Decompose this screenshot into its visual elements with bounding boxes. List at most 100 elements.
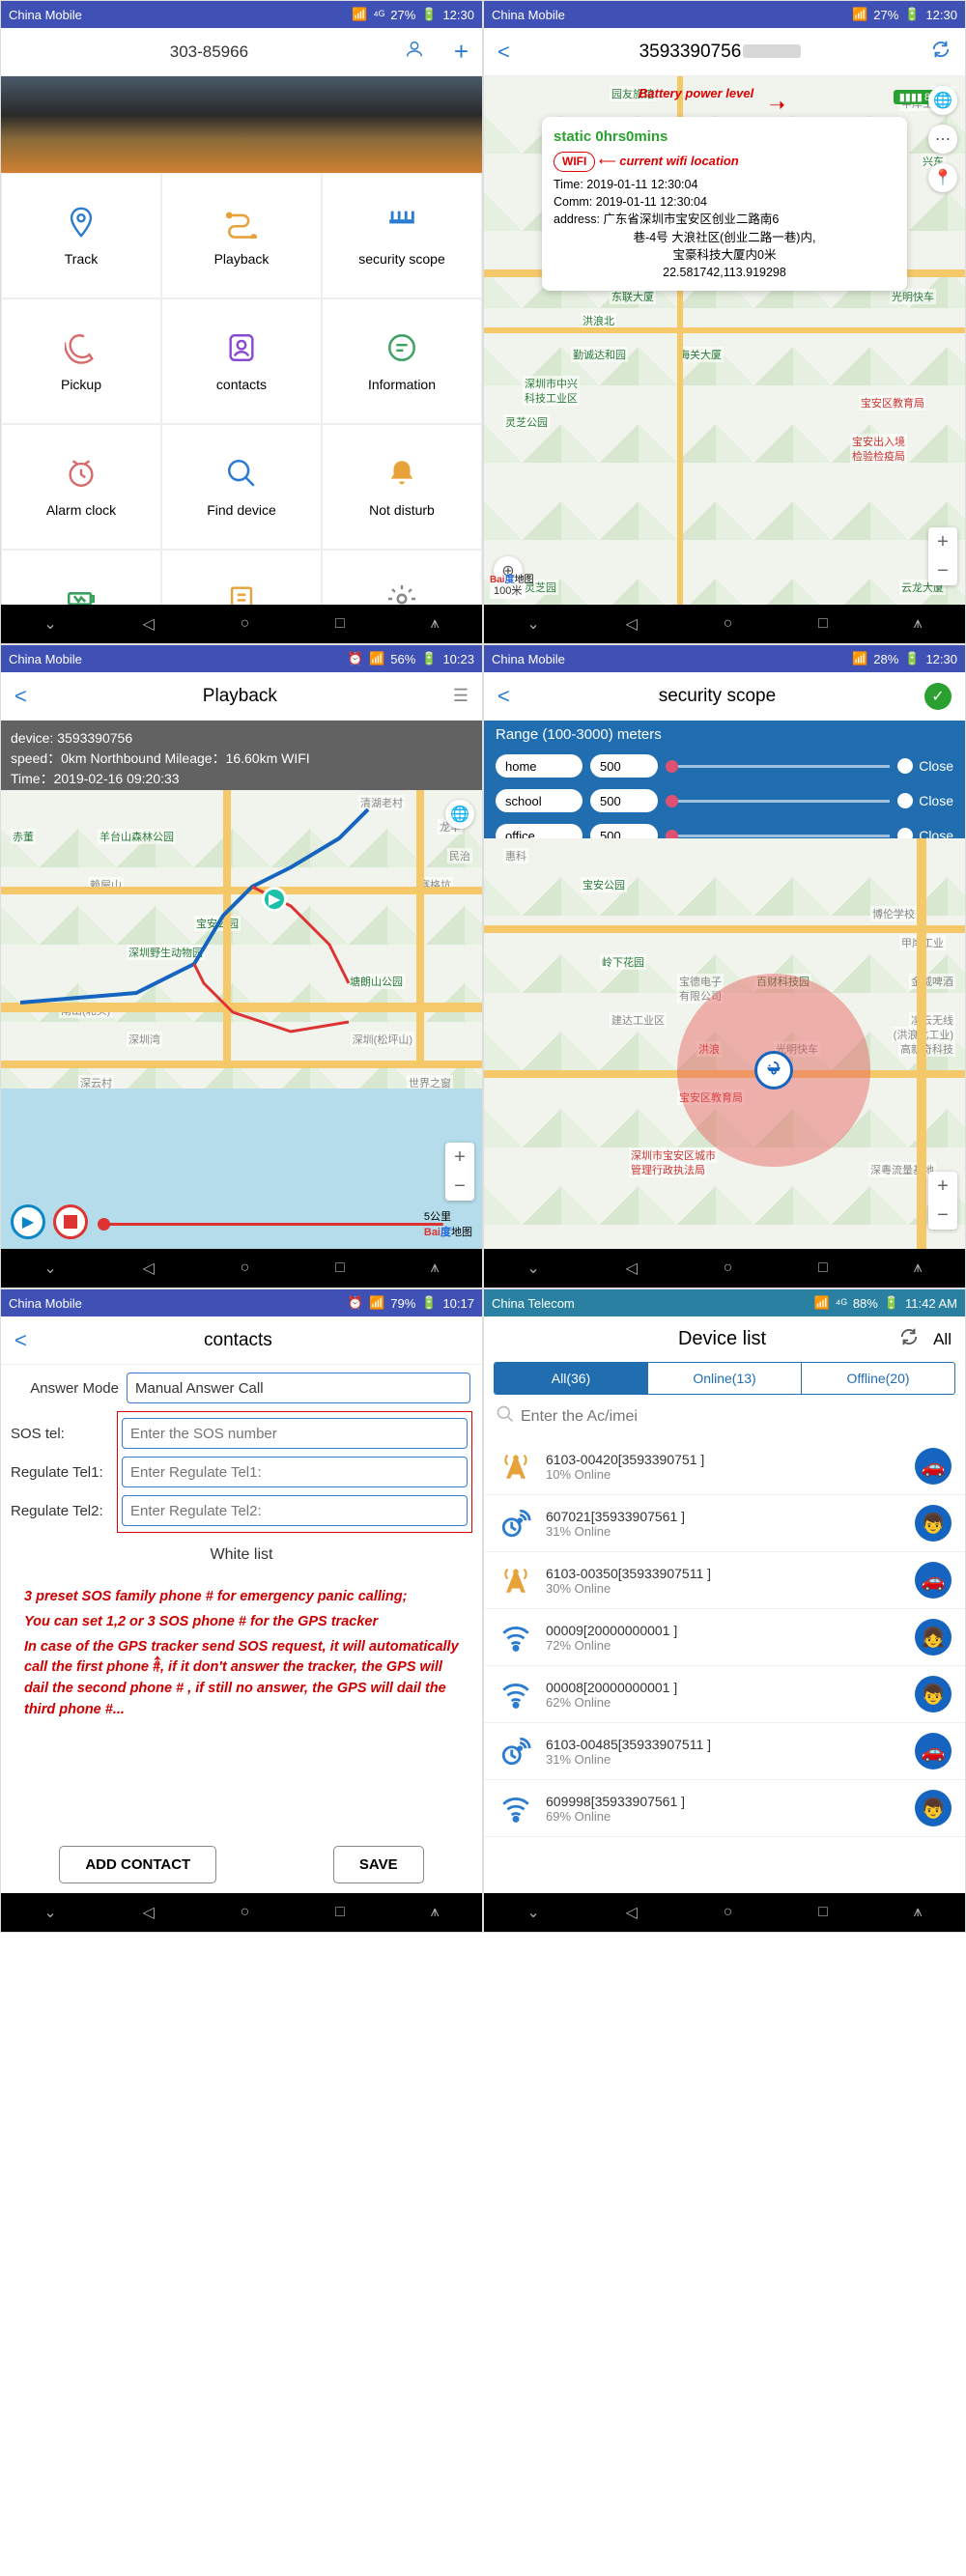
- locate-icon[interactable]: 📍: [928, 163, 957, 192]
- nav-back-icon[interactable]: ◁: [626, 1903, 638, 1922]
- nav-home-icon[interactable]: ○: [724, 615, 733, 633]
- device-row[interactable]: 6103-00350[35933907511 ]30% Online 🚗: [484, 1552, 965, 1609]
- zoom-in[interactable]: +: [928, 1172, 957, 1201]
- device-row[interactable]: 6103-00420[3593390751 ]10% Online 🚗: [484, 1438, 965, 1495]
- device-avatar[interactable]: 👦: [915, 1676, 952, 1713]
- nav-recent-icon[interactable]: □: [335, 1260, 345, 1277]
- nav-menu-icon[interactable]: ⌄: [43, 1903, 56, 1922]
- feature-information[interactable]: Information: [322, 298, 482, 424]
- menu-icon[interactable]: ☰: [453, 686, 469, 706]
- back-icon[interactable]: <: [14, 1328, 27, 1353]
- save-button[interactable]: SAVE: [333, 1846, 424, 1883]
- back-icon[interactable]: <: [14, 684, 27, 709]
- stop-button[interactable]: [53, 1204, 88, 1239]
- nav-back-icon[interactable]: ◁: [143, 614, 155, 634]
- device-row[interactable]: 607021[35933907561 ]31% Online 👦: [484, 1495, 965, 1552]
- device-avatar[interactable]: 👧: [915, 1619, 952, 1656]
- feature-not-disturb[interactable]: Not disturb: [322, 424, 482, 550]
- refresh-icon[interactable]: [898, 1326, 920, 1352]
- refresh-icon[interactable]: [930, 39, 952, 65]
- feature-track[interactable]: Track: [1, 173, 161, 298]
- nav-recent-icon[interactable]: □: [818, 615, 828, 633]
- nav-down-icon[interactable]: ⩚: [914, 615, 923, 633]
- geofence-pin-icon[interactable]: [754, 1051, 793, 1090]
- device-row[interactable]: 00008[20000000001 ]62% Online 👦: [484, 1666, 965, 1723]
- map-canvas[interactable]: 清湖老村 赤董 羊台山森林公园 龙华 民治 赖屋山 赛格坑 宝安公园 深圳野生动…: [1, 790, 482, 1249]
- device-avatar[interactable]: 👦: [915, 1505, 952, 1542]
- nav-back-icon[interactable]: ◁: [143, 1903, 155, 1922]
- device-avatar[interactable]: 🚗: [915, 1448, 952, 1485]
- range-slider[interactable]: [666, 835, 890, 837]
- device-avatar[interactable]: 🚗: [915, 1733, 952, 1769]
- feature-security-scope[interactable]: security scope: [322, 173, 482, 298]
- nav-back-icon[interactable]: ◁: [626, 1259, 638, 1278]
- feature-contacts[interactable]: contacts: [161, 298, 322, 424]
- playback-slider[interactable]: [98, 1223, 443, 1226]
- nav-menu-icon[interactable]: ⌄: [43, 1259, 56, 1278]
- tab-all[interactable]: All(36): [495, 1363, 648, 1394]
- nav-recent-icon[interactable]: □: [818, 1904, 828, 1921]
- device-row[interactable]: 00009[20000000001 ]72% Online 👧: [484, 1609, 965, 1666]
- tab-offline[interactable]: Offline(20): [802, 1363, 954, 1394]
- range-close-button[interactable]: Close: [897, 758, 953, 774]
- nav-down-icon[interactable]: ⩚: [431, 615, 440, 633]
- nav-home-icon[interactable]: ○: [724, 1904, 733, 1921]
- battery-pct: 56%: [390, 652, 415, 666]
- nav-home-icon[interactable]: ○: [241, 1904, 250, 1921]
- whitelist-link[interactable]: White list: [1, 1533, 482, 1577]
- nav-down-icon[interactable]: ⩚: [914, 1260, 923, 1277]
- profile-icon[interactable]: [404, 39, 425, 66]
- nav-home-icon[interactable]: ○: [724, 1260, 733, 1277]
- device-avatar[interactable]: 👦: [915, 1790, 952, 1826]
- regulate2-input[interactable]: [122, 1495, 468, 1526]
- nav-recent-icon[interactable]: □: [818, 1260, 828, 1277]
- more-icon[interactable]: ⋯: [928, 125, 957, 154]
- range-slider[interactable]: [666, 800, 890, 803]
- nav-menu-icon[interactable]: ⌄: [526, 614, 539, 634]
- device-row[interactable]: 609998[35933907561 ]69% Online 👦: [484, 1780, 965, 1837]
- zoom-out[interactable]: −: [445, 1172, 474, 1201]
- nav-down-icon[interactable]: ⩚: [431, 1904, 440, 1921]
- zoom-out[interactable]: −: [928, 1201, 957, 1230]
- feature-alarm-clock[interactable]: Alarm clock: [1, 424, 161, 550]
- add-icon[interactable]: +: [454, 37, 469, 67]
- feature-playback[interactable]: Playback: [161, 173, 322, 298]
- nav-recent-icon[interactable]: □: [335, 615, 345, 633]
- range-name-input[interactable]: [496, 754, 582, 778]
- confirm-icon[interactable]: ✓: [924, 683, 952, 710]
- zoom-in[interactable]: +: [928, 527, 957, 556]
- range-value-input[interactable]: [590, 754, 658, 778]
- back-icon[interactable]: <: [497, 684, 510, 709]
- regulate1-input[interactable]: [122, 1457, 468, 1487]
- zoom-in[interactable]: +: [445, 1143, 474, 1172]
- play-button[interactable]: ▶: [11, 1204, 45, 1239]
- device-avatar[interactable]: 🚗: [915, 1562, 952, 1599]
- sos-input[interactable]: [122, 1418, 468, 1449]
- device-row[interactable]: 6103-00485[35933907511 ]31% Online 🚗: [484, 1723, 965, 1780]
- add-contact-button[interactable]: ADD CONTACT: [59, 1846, 216, 1883]
- nav-menu-icon[interactable]: ⌄: [526, 1259, 539, 1278]
- all-button[interactable]: All: [933, 1330, 952, 1349]
- feature-pickup[interactable]: Pickup: [1, 298, 161, 424]
- nav-back-icon[interactable]: ◁: [626, 614, 638, 634]
- range-slider[interactable]: [666, 765, 890, 768]
- nav-down-icon[interactable]: ⩚: [431, 1260, 440, 1277]
- range-close-button[interactable]: Close: [897, 793, 953, 808]
- nav-back-icon[interactable]: ◁: [143, 1259, 155, 1278]
- range-name-input[interactable]: [496, 789, 582, 812]
- globe-icon[interactable]: 🌐: [445, 800, 474, 829]
- nav-menu-icon[interactable]: ⌄: [43, 614, 56, 634]
- zoom-out[interactable]: −: [928, 556, 957, 585]
- tab-online[interactable]: Online(13): [648, 1363, 802, 1394]
- back-icon[interactable]: <: [497, 40, 510, 65]
- nav-menu-icon[interactable]: ⌄: [526, 1903, 539, 1922]
- nav-home-icon[interactable]: ○: [241, 615, 250, 633]
- nav-recent-icon[interactable]: □: [335, 1904, 345, 1921]
- search-input[interactable]: [521, 1408, 953, 1426]
- feature-find-device[interactable]: Find device: [161, 424, 322, 550]
- nav-home-icon[interactable]: ○: [241, 1260, 250, 1277]
- range-value-input[interactable]: [590, 789, 658, 812]
- answer-mode-select[interactable]: Manual Answer Call: [127, 1373, 470, 1403]
- globe-icon[interactable]: 🌐: [928, 86, 957, 115]
- nav-down-icon[interactable]: ⩚: [914, 1904, 923, 1921]
